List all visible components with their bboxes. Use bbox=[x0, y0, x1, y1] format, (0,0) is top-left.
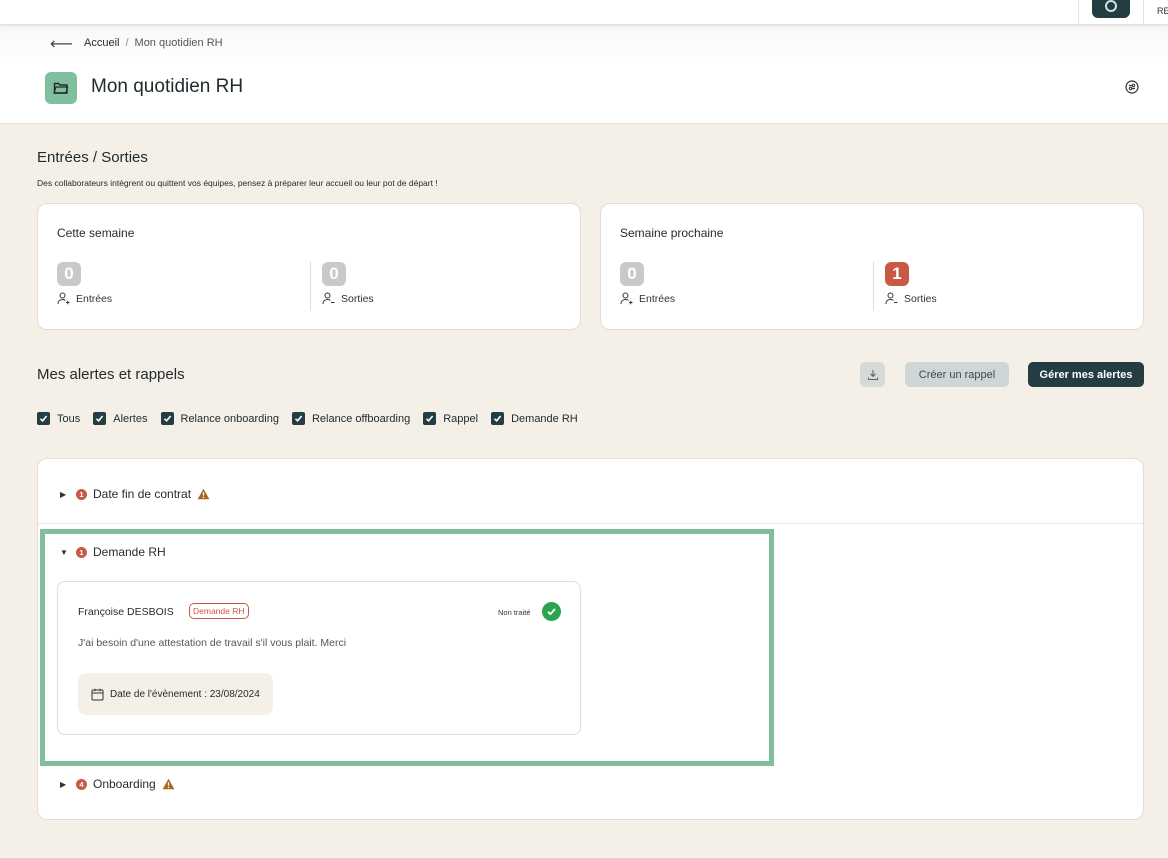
checkbox-checked-icon[interactable] bbox=[491, 412, 505, 425]
filter-label: Rappel bbox=[443, 412, 479, 425]
topbar-divider bbox=[1078, 0, 1079, 24]
panel-divider bbox=[38, 523, 1143, 524]
exits-label: Sorties bbox=[904, 292, 937, 305]
checkbox-checked-icon[interactable] bbox=[291, 412, 305, 425]
warning-icon bbox=[162, 778, 175, 790]
entries-label-row: Entrées bbox=[620, 292, 675, 305]
filter-relance-offboarding[interactable]: Relance offboarding bbox=[291, 412, 411, 425]
download-button[interactable] bbox=[860, 362, 885, 387]
request-type-tag: Demande RH bbox=[189, 603, 249, 619]
group-label: Demande RH bbox=[93, 545, 166, 559]
count-badge: 1 bbox=[76, 546, 87, 558]
hr-request-card[interactable]: Françoise DESBOIS Demande RH Non traité … bbox=[57, 581, 581, 735]
page-header: ⟵ Accueil / Mon quotidien RH Mon quotidi… bbox=[0, 24, 1168, 124]
request-message: J'ai besoin d'une attestation de travail… bbox=[78, 637, 347, 649]
mark-done-button[interactable] bbox=[542, 602, 561, 621]
entries-label-row: Entrées bbox=[57, 292, 112, 305]
breadcrumb-home-link[interactable]: Accueil bbox=[84, 37, 119, 49]
filter-label: Tous bbox=[57, 412, 81, 425]
event-date: Date de l'évènement : 23/08/2024 bbox=[78, 673, 273, 715]
this-week-card: Cette semaine 0 Entrées 0 Sorties bbox=[37, 203, 581, 330]
checkbox-checked-icon[interactable] bbox=[37, 412, 50, 425]
group-label: Onboarding bbox=[93, 777, 156, 791]
entries-stat: 0 Entrées bbox=[57, 262, 112, 305]
filter-tous[interactable]: Tous bbox=[37, 412, 80, 425]
folder-icon bbox=[45, 72, 77, 104]
caret-right-icon: ▶ bbox=[60, 489, 67, 499]
filter-demande-rh[interactable]: Demande RH bbox=[491, 412, 578, 425]
alerts-title: Mes alertes et rappels bbox=[37, 366, 185, 383]
user-add-icon bbox=[57, 292, 70, 305]
check-icon bbox=[547, 608, 556, 616]
next-week-card: Semaine prochaine 0 Entrées 1 Sorties bbox=[600, 203, 1144, 330]
exits-label-row: Sorties bbox=[885, 292, 937, 305]
breadcrumb-separator: / bbox=[125, 37, 129, 49]
breadcrumb-current: Mon quotidien RH bbox=[134, 37, 223, 49]
count-badge: 4 bbox=[76, 778, 87, 790]
entries-exits-subtitle: Des collaborateurs intègrent ou quittent… bbox=[37, 178, 438, 188]
caret-right-icon: ▶ bbox=[60, 779, 67, 789]
filter-relance-onboarding[interactable]: Relance onboarding bbox=[160, 412, 279, 425]
checkbox-checked-icon[interactable] bbox=[93, 412, 107, 425]
stat-divider bbox=[873, 261, 874, 311]
entries-label: Entrées bbox=[76, 292, 113, 305]
filter-label: Relance offboarding bbox=[311, 412, 411, 425]
entries-count: 0 bbox=[620, 262, 644, 286]
event-date-label: Date de l'évènement : 23/08/2024 bbox=[110, 688, 260, 700]
back-arrow-icon[interactable]: ⟵ bbox=[50, 34, 73, 54]
count-badge: 1 bbox=[76, 488, 87, 500]
filter-rappel[interactable]: Rappel bbox=[423, 412, 478, 425]
alert-group-onboarding[interactable]: ▶ 4 Onboarding bbox=[60, 777, 175, 791]
manage-alerts-button[interactable]: Gérer mes alertes bbox=[1028, 362, 1144, 387]
app-menu-button[interactable] bbox=[1092, 0, 1130, 18]
exits-stat: 0 Sorties bbox=[322, 262, 374, 305]
topbar-divider bbox=[1143, 0, 1144, 24]
filter-label: Relance onboarding bbox=[180, 412, 279, 425]
filter-label: Demande RH bbox=[511, 412, 578, 425]
checkbox-checked-icon[interactable] bbox=[423, 412, 437, 425]
entries-exits-title: Entrées / Sorties bbox=[37, 149, 148, 166]
group-label: Date fin de contrat bbox=[93, 487, 192, 501]
alert-group-demande-rh[interactable]: ▼ 1 Demande RH bbox=[60, 545, 166, 559]
warning-icon bbox=[197, 488, 210, 500]
calendar-icon bbox=[91, 688, 104, 700]
employee-name: Françoise DESBOIS bbox=[78, 606, 174, 618]
filter-alertes[interactable]: Alertes bbox=[93, 412, 148, 425]
exits-label-row: Sorties bbox=[322, 292, 374, 305]
stat-divider bbox=[310, 261, 311, 311]
page-title: Mon quotidien RH bbox=[91, 76, 244, 97]
user-add-icon bbox=[620, 292, 633, 305]
entries-count: 0 bbox=[57, 262, 81, 286]
app-icon bbox=[1105, 0, 1117, 12]
exits-label: Sorties bbox=[341, 292, 374, 305]
top-bar: RE bbox=[0, 0, 1168, 24]
caret-down-icon: ▼ bbox=[60, 547, 68, 557]
user-remove-icon bbox=[885, 292, 898, 305]
filter-label: Alertes bbox=[113, 412, 148, 425]
entries-stat: 0 Entrées bbox=[620, 262, 675, 305]
alert-filters: Tous Alertes Relance onboarding Relance … bbox=[37, 412, 591, 425]
exits-stat: 1 Sorties bbox=[885, 262, 937, 305]
create-reminder-button[interactable]: Créer un rappel bbox=[905, 362, 1009, 387]
user-remove-icon bbox=[322, 292, 335, 305]
checkbox-checked-icon[interactable] bbox=[160, 412, 174, 425]
exits-count: 0 bbox=[322, 262, 346, 286]
entries-label: Entrées bbox=[639, 292, 676, 305]
card-title: Semaine prochaine bbox=[620, 226, 724, 240]
user-initials[interactable]: RE bbox=[1157, 6, 1168, 16]
download-icon bbox=[867, 369, 878, 380]
exits-count: 1 bbox=[885, 262, 909, 286]
card-title: Cette semaine bbox=[57, 226, 135, 240]
breadcrumb: Accueil / Mon quotidien RH bbox=[84, 37, 223, 49]
status-text: Non traité bbox=[498, 608, 531, 617]
alert-group-date-fin-contrat[interactable]: ▶ 1 Date fin de contrat bbox=[60, 487, 210, 501]
settings-icon[interactable] bbox=[1125, 80, 1141, 96]
